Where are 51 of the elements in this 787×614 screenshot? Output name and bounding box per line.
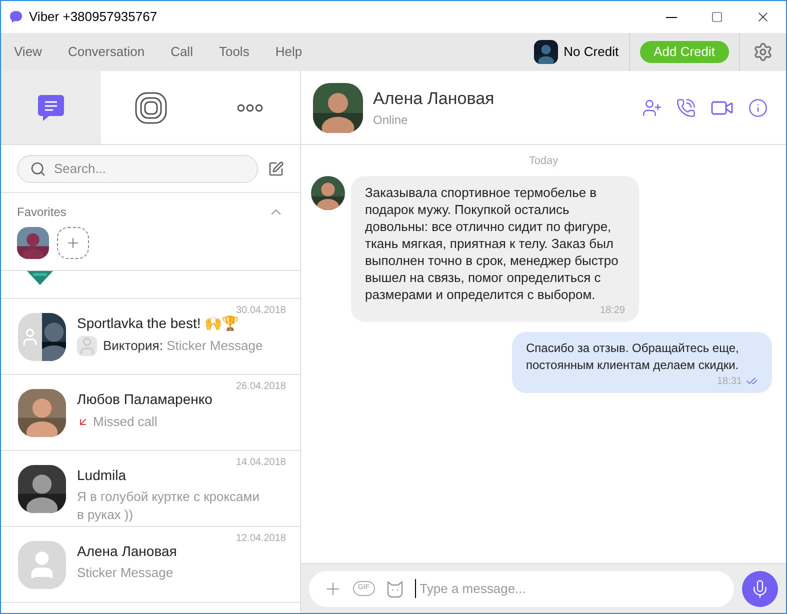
date-separator: Today — [528, 154, 558, 169]
stories-icon — [134, 92, 166, 124]
favorites-title: Favorites — [17, 204, 66, 221]
add-favorite-button[interactable] — [57, 227, 89, 259]
person-icon — [77, 336, 97, 356]
message-preview: Я в голубой куртке с кроксами в руках )) — [77, 488, 260, 524]
tab[interactable] — [1, 71, 101, 144]
info-icon[interactable] — [748, 98, 768, 118]
contact-name: Алена Лановая — [373, 88, 494, 110]
phone-icon[interactable] — [676, 98, 696, 118]
viber-logo-icon — [9, 10, 23, 24]
credit-label: No Credit — [564, 43, 619, 62]
chat-name: Алена Лановая — [77, 542, 177, 561]
message-text: Спасибо за отзыв. Обращайтесь еще, постоянным клиентам делаем скидки. — [526, 340, 740, 374]
chat-date: 26.04.2018 — [236, 380, 286, 394]
chat-name: Sportlavka the best! 🙌🏆 — [77, 314, 240, 333]
chat-item[interactable]: Любов Паламаренко Missed call 26.04.2018 — [1, 375, 300, 451]
chat-name: Любов Паламаренко — [77, 390, 212, 409]
microphone-button[interactable] — [742, 570, 778, 606]
menu-item[interactable]: Conversation — [54, 33, 158, 71]
message-preview: Виктория: Sticker Message — [103, 337, 263, 356]
menu-item[interactable]: Call — [158, 33, 206, 71]
message-preview: Sticker Message — [77, 564, 174, 582]
message-time: 18:29 — [600, 304, 625, 318]
add-contact-icon[interactable] — [642, 98, 662, 118]
chat-item[interactable]: Sportlavka the best! 🙌🏆 Виктория: Sticker Message 30.04.2018 — [1, 299, 300, 375]
minimize-icon — [666, 16, 676, 18]
message-field[interactable]: Type a message... — [414, 578, 720, 598]
chat-date: 14.04.2018 — [236, 456, 286, 470]
chat-date: 30.04.2018 — [236, 304, 286, 316]
menu-item[interactable]: Tools — [206, 33, 262, 71]
search-box[interactable]: Search... — [17, 154, 258, 182]
message-time: 18:31 — [716, 374, 742, 388]
more-icon — [237, 104, 264, 112]
chat-date: 12.04.2018 — [236, 532, 286, 546]
chat-name: Ludmila — [77, 466, 128, 485]
search-field[interactable]: Search... — [54, 158, 245, 178]
menu-item[interactable]: View — [1, 33, 55, 71]
window-title: Viber +380957935767 — [29, 8, 158, 26]
contact-status: Online — [373, 112, 409, 130]
sticker-icon[interactable] — [384, 580, 405, 598]
message-text: Заказывала спортивное термобелье в подарок мужу. Покупкой остались довольны: все отлично сидит по фигуре, ткань мягкая, приятная к телу. Заказ был выполнен точно в срок, менеджер быстро вышел на связь, помог определиться с размерами и определится с выбором. — [365, 184, 620, 302]
chat-icon — [36, 92, 65, 122]
menu-item[interactable]: Help — [262, 33, 316, 71]
message-preview: Missed call — [93, 413, 158, 431]
maximize-icon — [711, 11, 723, 23]
plus-icon — [65, 235, 81, 251]
compose-icon[interactable] — [268, 160, 284, 176]
chat-item[interactable]: Ludmila Я в голубой куртке с кроксами в руках )) 14.04.2018 — [1, 451, 300, 527]
search-icon — [30, 160, 46, 176]
chat-item[interactable]: Алена Лановая Sticker Message 12.04.2018 — [1, 527, 300, 603]
